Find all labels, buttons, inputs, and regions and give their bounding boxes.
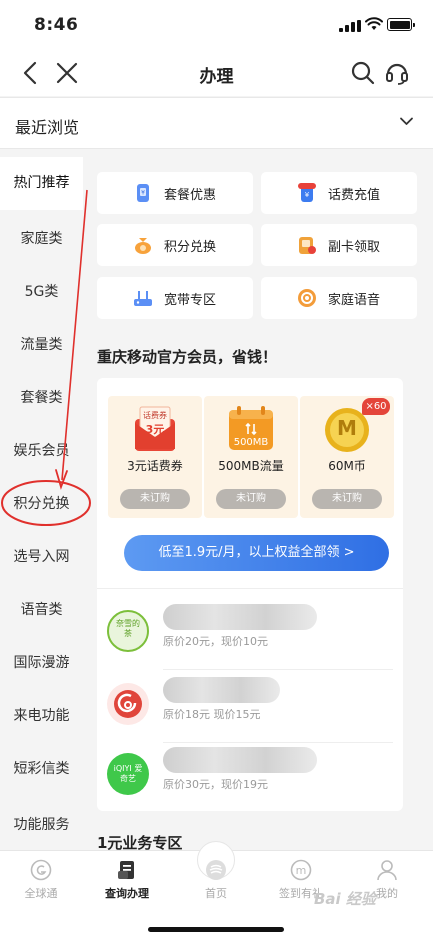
product-row[interactable]: 原价18元 现价15元 <box>97 673 403 743</box>
voucher-tag: 话费券 <box>143 411 167 420</box>
home-indicator <box>148 927 284 932</box>
sidebar-item-5g[interactable]: 5G类 <box>0 266 83 319</box>
main-content: ¥ 套餐优惠 ¥ 话费充值 积分兑换 副卡领取 宽带专区 家庭语音 重庆移动官方… <box>83 157 433 850</box>
coin-count-badge: ×60 <box>362 398 390 415</box>
sidebar-item-plan[interactable]: 套餐类 <box>0 372 83 425</box>
membership-cta-button[interactable]: 低至1.9元/月，以上权益全部领 > <box>124 535 389 571</box>
sidebar-item-hot[interactable]: 热门推荐 <box>0 157 83 210</box>
perk-subscribe-button[interactable]: 未订购 <box>312 489 382 509</box>
membership-title: 重庆移动官方会员，省钱！ <box>97 348 278 366</box>
search-icon[interactable] <box>350 60 376 86</box>
recent-browsing-bar[interactable]: 最近浏览 <box>0 97 433 149</box>
product-row[interactable]: 奈雪的茶 原价20元，现价10元 <box>97 600 403 670</box>
quick-link-package[interactable]: ¥ 套餐优惠 <box>97 172 253 214</box>
divider <box>97 588 403 589</box>
family-voice-icon <box>298 289 316 307</box>
product-row[interactable]: iQIYI 爱奇艺 原价30元，现价19元 <box>97 743 403 813</box>
sidebar-item-sms[interactable]: 短彩信类 <box>0 743 83 796</box>
quick-link-broadband[interactable]: 宽带专区 <box>97 277 253 319</box>
sidebar-item-number[interactable]: 选号入网 <box>0 531 83 584</box>
data-tile-text: 500MB <box>233 437 269 448</box>
category-sidebar: 热门推荐 家庭类 5G类 流量类 套餐类 娱乐会员 积分兑换 选号入网 语音类 … <box>0 157 83 850</box>
svg-text:m: m <box>296 864 307 877</box>
iqiyi-logo: iQIYI 爱奇艺 <box>107 753 149 795</box>
coin-letter: M <box>337 416 357 440</box>
perk-subscribe-button[interactable]: 未订购 <box>120 489 190 509</box>
netease-music-logo <box>107 683 149 725</box>
voucher-value: 3元 <box>145 423 165 436</box>
wifi-icon <box>365 17 383 30</box>
watermark: Bai 经验 <box>314 890 376 908</box>
quick-link-label: 套餐优惠 <box>164 188 217 203</box>
sidebar-item-entertainment[interactable]: 娱乐会员 <box>0 425 83 478</box>
quick-link-label: 话费充值 <box>328 188 381 203</box>
perk-label: 500MB流量 <box>218 459 284 473</box>
quick-link-points[interactable]: 积分兑换 <box>97 224 253 266</box>
blurred-product-name <box>163 677 280 703</box>
points-bag-icon <box>135 238 151 254</box>
row-divider <box>163 669 393 670</box>
signal-icon <box>339 20 361 32</box>
status-bar: 8:46 <box>0 0 433 50</box>
perk-label: 3元话费券 <box>127 459 183 473</box>
tab-label: 全球通 <box>24 887 58 900</box>
blurred-product-name <box>163 604 317 630</box>
blurred-product-name <box>163 747 317 773</box>
perk-subscribe-button[interactable]: 未订购 <box>216 489 286 509</box>
tab-label: 首页 <box>205 887 227 900</box>
global-icon <box>30 859 52 881</box>
router-icon <box>134 291 152 306</box>
chevron-down-icon[interactable] <box>399 114 414 129</box>
quick-link-recharge[interactable]: ¥ 话费充值 <box>261 172 417 214</box>
bottom-tab-bar: 全球通 查询办理 首页 m 签到有礼 我的 Bai 经验 <box>0 841 433 939</box>
section-title-1yuan: 1元业务专区 <box>97 834 183 850</box>
battery-icon <box>387 18 415 31</box>
recharge-icon: ¥ <box>298 183 316 202</box>
sidebar-item-family[interactable]: 家庭类 <box>0 213 83 266</box>
package-icon: ¥ <box>137 184 149 202</box>
sidebar-item-points[interactable]: 积分兑换 <box>0 478 83 531</box>
recent-browsing-label: 最近浏览 <box>15 118 80 137</box>
quick-link-label: 家庭语音 <box>328 293 381 308</box>
nav-bar: 办理 <box>0 50 433 96</box>
sim-card-icon <box>299 237 316 254</box>
naixue-logo: 奈雪的茶 <box>107 610 149 652</box>
sidebar-item-services[interactable]: 功能服务 <box>0 799 83 852</box>
screen: { "status_bar": {"time": "8:46"}, "nav":… <box>0 0 433 939</box>
perk-data[interactable]: 500MB 500MB流量 未订购 <box>204 396 298 518</box>
perk-coins[interactable]: M ×60 60M币 未订购 <box>300 396 394 518</box>
sidebar-item-roaming[interactable]: 国际漫游 <box>0 637 83 690</box>
product-price: 原价30元，现价19元 <box>163 778 268 791</box>
query-icon <box>118 861 134 879</box>
product-price: 原价20元，现价10元 <box>163 635 268 648</box>
tab-query[interactable]: 查询办理 <box>92 859 162 901</box>
quick-link-label: 宽带专区 <box>164 293 217 308</box>
checkin-icon: m <box>290 859 312 881</box>
status-time: 8:46 <box>34 15 79 35</box>
user-icon <box>377 860 397 881</box>
tab-label: 查询办理 <box>105 887 149 900</box>
perk-label: 60M币 <box>328 459 366 473</box>
quick-link-label: 副卡领取 <box>328 240 381 255</box>
perk-voucher[interactable]: 话费券 3元 3元话费券 未订购 <box>108 396 202 518</box>
tab-home[interactable]: 首页 <box>181 859 251 901</box>
product-price: 原价18元 现价15元 <box>163 708 261 721</box>
home-icon <box>206 860 226 880</box>
svg-text:¥: ¥ <box>305 191 310 199</box>
svg-text:¥: ¥ <box>141 190 145 197</box>
quick-link-label: 积分兑换 <box>164 240 217 255</box>
tab-global[interactable]: 全球通 <box>6 859 76 901</box>
quick-link-sim[interactable]: 副卡领取 <box>261 224 417 266</box>
sidebar-item-data[interactable]: 流量类 <box>0 319 83 372</box>
customer-service-icon[interactable] <box>384 60 410 86</box>
sidebar-item-voice[interactable]: 语音类 <box>0 584 83 637</box>
sidebar-item-caller[interactable]: 来电功能 <box>0 690 83 743</box>
membership-card: 话费券 3元 3元话费券 未订购 500MB 500MB流量 未订购 M ×60… <box>97 378 403 811</box>
quick-link-family-voice[interactable]: 家庭语音 <box>261 277 417 319</box>
